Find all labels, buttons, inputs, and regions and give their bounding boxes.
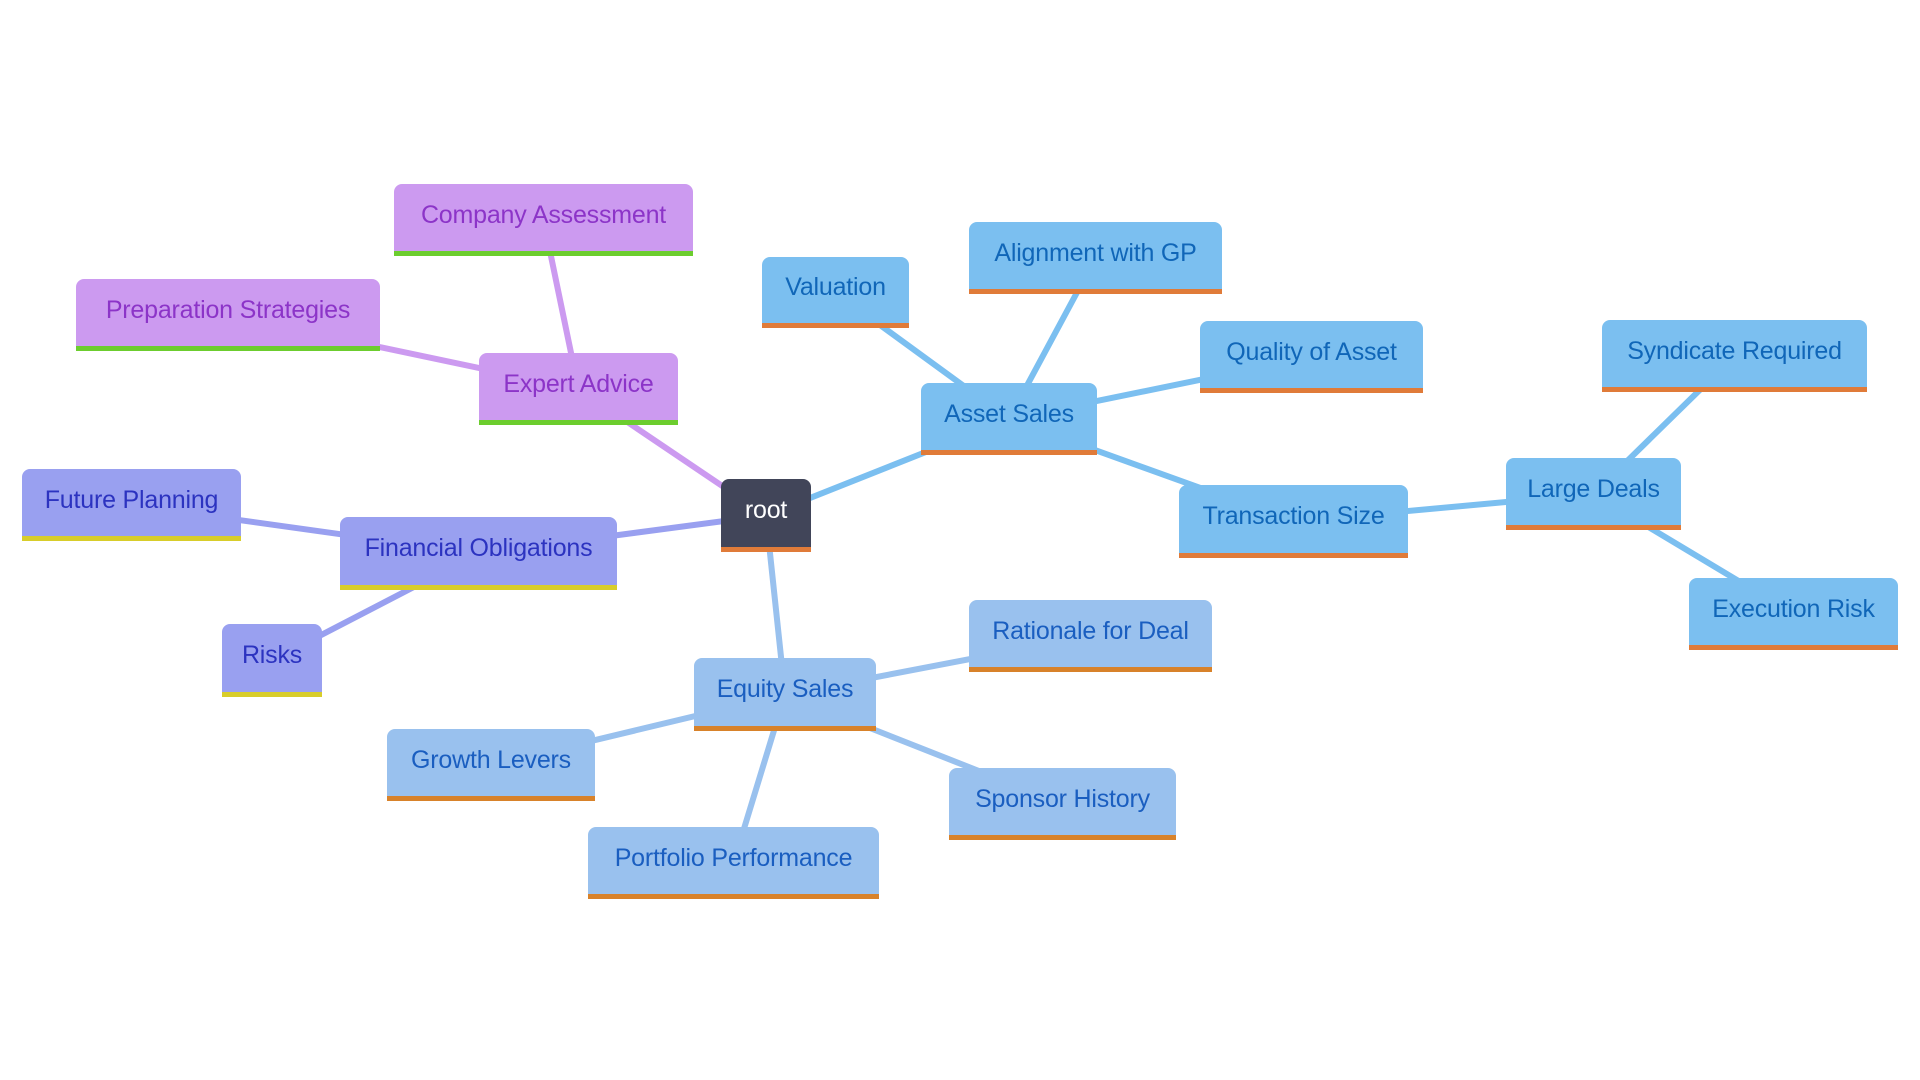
node-label: Valuation <box>785 273 886 301</box>
node-valuation[interactable]: Valuation <box>762 257 909 328</box>
node-label: Large Deals <box>1527 474 1660 503</box>
node-asset-sales[interactable]: Asset Sales <box>921 383 1097 455</box>
node-label: Equity Sales <box>716 675 854 703</box>
node-label: Expert Advice <box>503 369 654 398</box>
node-label: Growth Levers <box>411 745 571 774</box>
node-financial-obligations[interactable]: Financial Obligations <box>340 517 617 590</box>
node-label: Alignment with GP <box>994 238 1197 267</box>
node-label: Asset Sales <box>944 399 1074 428</box>
node-transaction-size[interactable]: Transaction Size <box>1179 485 1408 558</box>
node-company-assessment[interactable]: Company Assessment <box>394 184 693 256</box>
node-preparation-strategies[interactable]: Preparation Strategies <box>76 279 380 351</box>
node-alignment-with-gp[interactable]: Alignment with GP <box>969 222 1222 294</box>
node-future-planning[interactable]: Future Planning <box>22 469 241 541</box>
node-label: Portfolio Performance <box>614 843 853 872</box>
node-label: Quality of Asset <box>1226 337 1397 366</box>
node-label: Financial Obligations <box>364 534 593 562</box>
node-expert-advice[interactable]: Expert Advice <box>479 353 678 425</box>
node-label: Preparation Strategies <box>105 295 351 324</box>
node-equity-sales[interactable]: Equity Sales <box>694 658 876 731</box>
node-rationale-for-deal[interactable]: Rationale for Deal <box>969 600 1212 672</box>
node-syndicate-required[interactable]: Syndicate Required <box>1602 320 1867 392</box>
node-growth-levers[interactable]: Growth Levers <box>387 729 595 801</box>
node-root[interactable]: root <box>721 479 811 552</box>
node-execution-risk[interactable]: Execution Risk <box>1689 578 1898 650</box>
node-label: root <box>744 496 788 524</box>
node-portfolio-performance[interactable]: Portfolio Performance <box>588 827 879 899</box>
node-label: Rationale for Deal <box>992 616 1189 645</box>
node-sponsor-history[interactable]: Sponsor History <box>949 768 1176 840</box>
node-label: Company Assessment <box>420 200 667 229</box>
node-label: Transaction Size <box>1202 502 1385 530</box>
node-risks[interactable]: Risks <box>222 624 322 697</box>
node-label: Risks <box>241 641 303 669</box>
node-quality-of-asset[interactable]: Quality of Asset <box>1200 321 1423 393</box>
node-label: Execution Risk <box>1712 594 1875 623</box>
edges-layer <box>128 217 1797 866</box>
mindmap-canvas: root Expert Advice Company Assessment Pr… <box>0 0 1920 1080</box>
node-label: Sponsor History <box>975 784 1150 813</box>
node-label: Future Planning <box>44 485 219 514</box>
node-large-deals[interactable]: Large Deals <box>1506 458 1681 530</box>
node-label: Syndicate Required <box>1627 336 1842 365</box>
